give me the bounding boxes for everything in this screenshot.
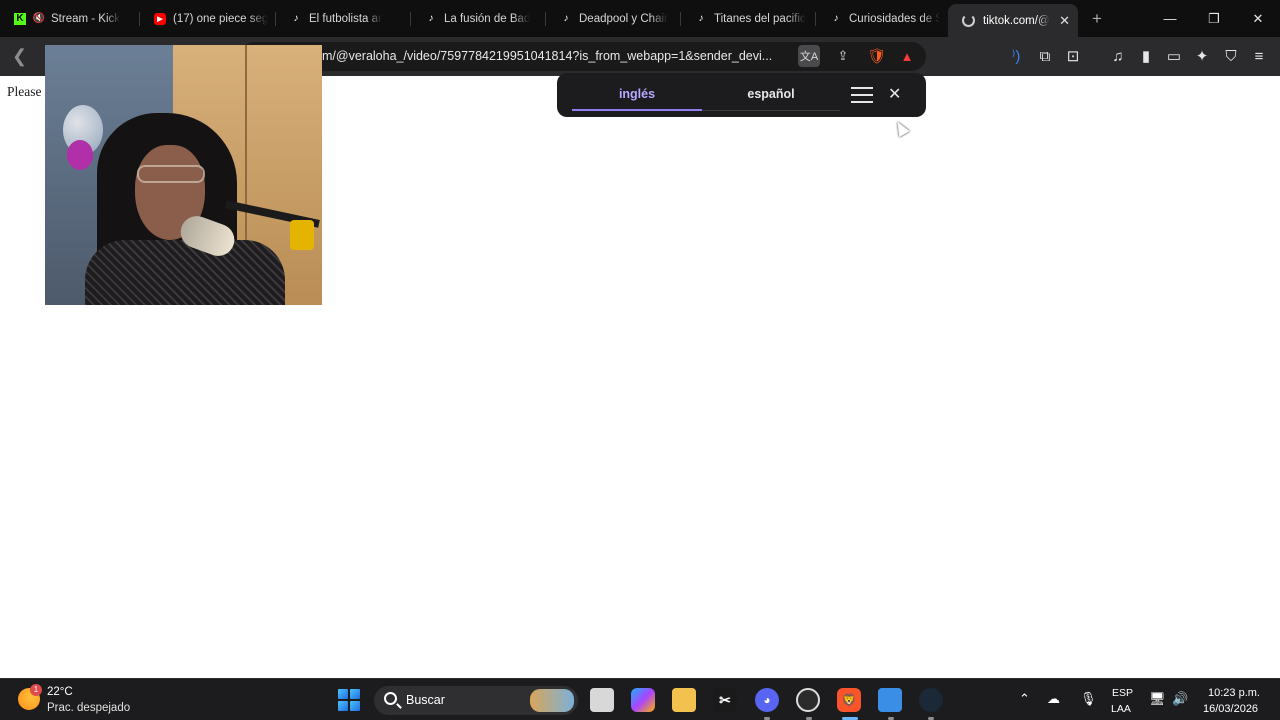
search-icon (384, 692, 397, 705)
tab-youtube[interactable]: ▶ (17) one piece seg (140, 0, 276, 37)
tiktok-icon: ♪ (293, 13, 299, 24)
translate-icon[interactable]: 文A (798, 45, 820, 67)
copilot-icon[interactable] (631, 688, 655, 712)
weather-temperature[interactable]: 22°C (47, 686, 73, 698)
discord-icon[interactable]: ◕ (755, 688, 779, 712)
input-language[interactable]: ESP (1112, 687, 1133, 699)
tab-title: Titanes del pacific (714, 12, 806, 25)
tab-tiktok-bad-bunny[interactable]: ♪ La fusión de Bad (411, 0, 546, 37)
hamburger-menu-icon[interactable] (851, 85, 873, 105)
steam-icon[interactable] (919, 688, 943, 712)
tiktok-icon: ♪ (428, 13, 434, 24)
search-highlight-image (530, 689, 574, 712)
tiktok-icon: ♪ (563, 13, 569, 24)
close-icon[interactable]: ✕ (888, 84, 901, 104)
extensions-icon[interactable]: ⧉ (1034, 45, 1056, 67)
tab-title: (17) one piece seg (173, 12, 268, 25)
mouse-cursor (892, 118, 910, 138)
menu-icon[interactable]: ≡ (1248, 45, 1270, 67)
vpn-icon[interactable]: ⛉ (1220, 45, 1242, 67)
file-explorer-icon[interactable] (672, 688, 696, 712)
translate-popup: inglés español ✕ (557, 73, 926, 117)
close-window-button[interactable]: ✕ (1236, 0, 1280, 37)
address-bar-url[interactable]: m/@veraloha_/video/7597784219951041814?i… (322, 49, 772, 63)
page-body-text: Please (7, 84, 42, 99)
show-hidden-icons-chevron-icon[interactable]: ⌃ (1019, 691, 1030, 707)
start-button[interactable] (338, 689, 360, 711)
microphone-icon[interactable]: 🎙 (1080, 691, 1097, 707)
task-view-icon[interactable] (590, 688, 614, 712)
tiktok-icon: ♪ (833, 13, 839, 24)
brave-browser-icon[interactable]: 🦁 (837, 688, 861, 712)
share-icon[interactable]: ⇪ (832, 45, 854, 67)
taskbar: 1 22°C Prac. despejado Buscar ✂ ◕ 🦁 ⌃ ☁ … (0, 678, 1280, 720)
tiktok-icon: ♪ (698, 13, 704, 24)
source-language-tab[interactable]: inglés (572, 87, 702, 101)
kick-icon: K (14, 12, 26, 25)
onedrive-icon[interactable]: ☁ (1047, 691, 1060, 707)
tab-tiktok-active[interactable]: tiktok.com/@ ✕ (948, 4, 1078, 37)
close-tab-button[interactable]: ✕ (1051, 13, 1070, 29)
weather-description[interactable]: Prac. despejado (47, 702, 130, 714)
tab-tiktok-deadpool[interactable]: ♪ Deadpool y Chair (546, 0, 681, 37)
tab-title: tiktok.com/@ (983, 14, 1050, 27)
tab-title: Stream - Kick (51, 12, 121, 25)
notification-badge: 1 (30, 684, 42, 696)
tab-kick-stream[interactable]: K 🔇 Stream - Kick (0, 0, 140, 37)
maximize-button[interactable]: ❐ (1192, 0, 1236, 37)
tab-tiktok-curiosidades[interactable]: ♪ Curiosidades de S (816, 0, 948, 37)
tab-title: El futbolista ar (309, 12, 382, 25)
active-tab-indicator (572, 109, 702, 111)
minimize-button[interactable]: — (1148, 0, 1192, 37)
clock-date[interactable]: 16/03/2026 (1203, 703, 1258, 715)
tab-title: Deadpool y Chair (579, 12, 668, 25)
webcam-overlay (45, 45, 322, 305)
target-language-tab[interactable]: español (706, 87, 836, 101)
tab-tiktok-titanes[interactable]: ♪ Titanes del pacific (681, 0, 816, 37)
tab-title: La fusión de Bad (444, 12, 531, 25)
screenshot-icon[interactable]: ⊡ (1062, 45, 1084, 67)
tab-title: Curiosidades de S (849, 12, 940, 25)
taskbar-search[interactable]: Buscar (374, 686, 578, 715)
wallet-icon[interactable]: ▭ (1163, 45, 1185, 67)
keyboard-layout[interactable]: LAA (1111, 703, 1131, 715)
leo-ai-icon[interactable]: ⁾) (1005, 45, 1027, 67)
volume-icon[interactable]: 🔊 (1172, 691, 1188, 707)
brave-shields-icon[interactable]: 🛡 (866, 45, 888, 67)
tab-strip: K 🔇 Stream - Kick ▶ (17) one piece seg ♪… (0, 0, 1280, 37)
media-icon[interactable]: ♫ (1107, 45, 1129, 67)
obs-icon[interactable] (796, 688, 820, 712)
photos-icon[interactable] (878, 688, 902, 712)
muted-speaker-icon[interactable]: 🔇 (33, 13, 45, 25)
youtube-icon: ▶ (154, 12, 166, 25)
clock-time[interactable]: 10:23 p.m. (1208, 687, 1260, 699)
leo-sparkle-icon[interactable]: ✦ (1191, 45, 1213, 67)
network-icon[interactable]: 🖥 (1149, 691, 1166, 707)
back-button[interactable]: ❮ (12, 46, 27, 67)
capcut-icon[interactable]: ✂ (713, 688, 737, 712)
loading-spinner-icon (962, 14, 975, 27)
search-label: Buscar (406, 693, 445, 707)
tab-tiktok-futbolista[interactable]: ♪ El futbolista ar (276, 0, 411, 37)
brave-rewards-icon[interactable]: ▲ (896, 45, 918, 67)
sidebar-icon[interactable]: ▮ (1135, 45, 1157, 67)
window-controls: — ❐ ✕ (1148, 0, 1280, 37)
new-tab-button[interactable]: + (1092, 9, 1102, 29)
